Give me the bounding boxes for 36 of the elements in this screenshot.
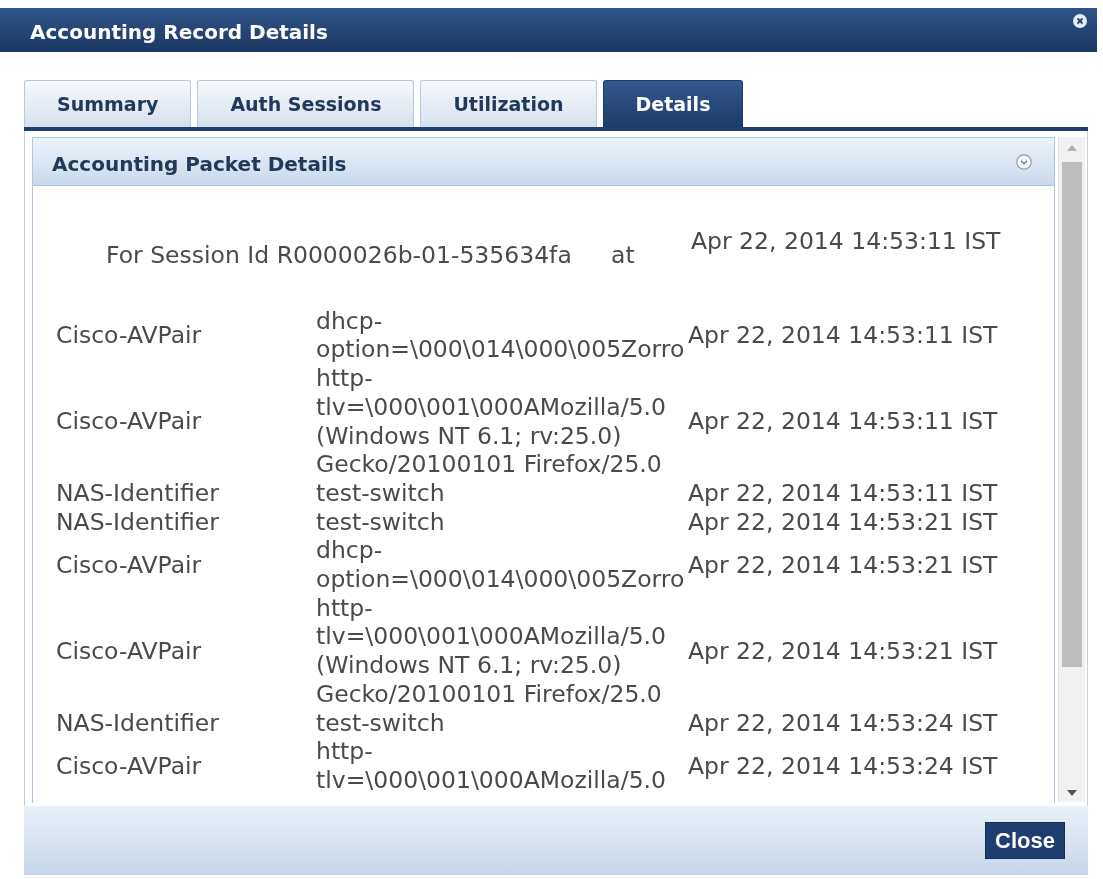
timestamp: Apr 22, 2014 14:53:24 IST xyxy=(688,751,999,781)
timestamp: Apr 22, 2014 14:53:21 IST xyxy=(688,550,999,580)
panel-title: Accounting Packet Details xyxy=(52,151,347,176)
timestamp: Apr 22, 2014 14:53:21 IST xyxy=(688,636,999,666)
chevron-circle-icon[interactable] xyxy=(1016,153,1032,170)
tab[interactable]: Summary xyxy=(24,80,192,127)
attribute-name: Cisco-AVPair xyxy=(56,550,203,580)
attribute-value: http-tlv=\000\001\000AMozilla/5.0 xyxy=(316,737,667,795)
session-timestamp: Apr 22, 2014 14:53:11 IST xyxy=(691,227,1001,256)
tab[interactable]: Details xyxy=(602,80,744,127)
timestamp: Apr 22, 2014 14:53:11 IST xyxy=(688,321,999,350)
timestamp: Apr 22, 2014 14:53:11 IST xyxy=(688,407,999,436)
close-button[interactable]: Close xyxy=(985,822,1065,859)
attribute-value: test-switch xyxy=(316,507,446,537)
timestamp: Apr 22, 2014 14:53:24 IST xyxy=(688,708,999,738)
scrollbar[interactable] xyxy=(1058,137,1085,802)
scroll-up-icon[interactable] xyxy=(1067,145,1077,151)
tab[interactable]: Utilization xyxy=(420,80,597,127)
attribute-name: NAS-Identifier xyxy=(56,478,220,508)
scrollbar-thumb[interactable] xyxy=(1062,162,1082,667)
window-title: Accounting Record Details xyxy=(30,20,328,44)
timestamp: Apr 22, 2014 14:53:21 IST xyxy=(688,507,999,537)
close-icon[interactable] xyxy=(1073,14,1087,28)
attribute-name: Cisco-AVPair xyxy=(56,407,203,436)
attribute-value: test-switch xyxy=(316,478,446,508)
tab[interactable]: Auth Sessions xyxy=(197,80,415,127)
attribute-name: Cisco-AVPair xyxy=(56,321,203,350)
connector-text: at xyxy=(611,241,636,270)
timestamp: Apr 22, 2014 14:53:11 IST xyxy=(688,478,999,508)
attribute-name: Cisco-AVPair xyxy=(56,751,203,781)
attribute-value: test-switch xyxy=(316,708,446,738)
attribute-name: NAS-Identifier xyxy=(56,708,220,738)
session-label: For Session Id R0000026b-01-535634fa xyxy=(106,241,573,270)
attribute-name: Cisco-AVPair xyxy=(56,636,203,666)
scroll-down-icon[interactable] xyxy=(1067,790,1077,796)
attribute-name: NAS-Identifier xyxy=(56,507,220,537)
